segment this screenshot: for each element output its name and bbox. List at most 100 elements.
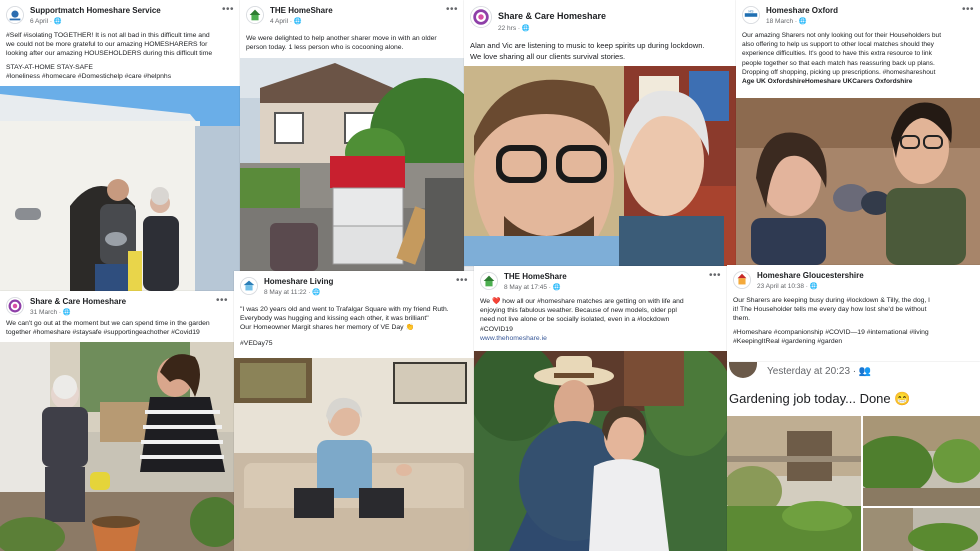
post-share-care-music: Share & Care Homeshare 22 hrs · 🌐 Alan a…	[464, 0, 736, 266]
post-the-homeshare: THE HomeShare 4 April · 🌐 ••• We were de…	[240, 0, 464, 271]
post-text: Gardening job today... Done 😁	[729, 391, 911, 406]
page-avatar[interactable]	[470, 6, 492, 28]
post-text: #Self #isolating TOGETHER! It is not all…	[6, 31, 234, 81]
post-text-line: We love sharing all our clients survival…	[470, 52, 626, 61]
page-avatar[interactable]	[246, 6, 264, 24]
post-text: We were delighted to help another sharer…	[246, 34, 458, 52]
more-options-icon[interactable]: •••	[962, 5, 974, 15]
post-text: We can't go out at the moment but we can…	[6, 319, 228, 337]
post-text-line: them.	[733, 315, 750, 323]
post-timestamp[interactable]: 22 hrs · 🌐	[498, 24, 530, 32]
page-name[interactable]: Homeshare Oxford	[766, 6, 838, 15]
post-header: HS Homeshare Oxford 18 March · 🌐 •••	[736, 0, 980, 28]
post-text-line: #COVID19	[480, 325, 513, 333]
page-avatar[interactable]	[6, 297, 24, 315]
post-text-line: looking after our amazing HOUSEHOLDERS d…	[6, 50, 213, 58]
post-text: Our Sharers are keeping busy during #loc…	[733, 296, 974, 346]
page-name[interactable]: Share & Care Homeshare	[498, 11, 606, 21]
page-name[interactable]: Homeshare Living	[264, 277, 333, 286]
post-text-line: We were delighted to help another sharer…	[246, 35, 437, 42]
page-name[interactable]: THE HomeShare	[270, 6, 333, 15]
post-photo[interactable]	[240, 58, 464, 271]
post-text-line: need not live alone or be socially isola…	[480, 316, 670, 324]
post-text-line: person today. 1 less person who is cocoo…	[246, 44, 404, 52]
post-text: Our amazing Sharers not only looking out…	[742, 31, 974, 86]
post-link[interactable]: www.thehomeshare.ie	[480, 334, 721, 343]
post-photo[interactable]	[0, 342, 234, 551]
post-timestamp[interactable]: Yesterday at 20:23 · 👥	[767, 366, 871, 377]
post-photo[interactable]	[863, 416, 980, 506]
post-text-line: "I was 20 years old and went to Trafalga…	[240, 306, 449, 313]
post-text-line: #Homeshare #companionship #COVID—19 #int…	[733, 328, 929, 336]
post-text-line: Our Homeowner Margit shares her memory o…	[240, 324, 414, 332]
post-text-line: We can't go out at the moment but we can…	[6, 320, 210, 327]
page-avatar[interactable]: HS	[742, 6, 760, 24]
post-photo[interactable]	[474, 351, 727, 551]
post-photo[interactable]	[464, 66, 736, 266]
post-text-line: #VEDay75	[240, 339, 273, 347]
post-timestamp[interactable]: 6 April · 🌐	[30, 17, 62, 25]
post-homeshare-living: Homeshare Living 8 May at 11:22 · 🌐 ••• …	[234, 271, 474, 551]
page-name[interactable]: Supportmatch Homeshare Service	[30, 6, 161, 15]
svg-text:HS: HS	[749, 9, 755, 13]
post-the-homeshare-may: THE HomeShare 8 May at 17:45 · 🌐 ••• We …	[474, 266, 727, 551]
post-text-line: people together so that each match has r…	[742, 59, 935, 67]
more-options-icon[interactable]: •••	[446, 5, 458, 15]
post-text-line: Alan and Vic are listening to music to k…	[470, 41, 705, 50]
post-header: Homeshare Living 8 May at 11:22 · 🌐 •••	[234, 271, 474, 299]
post-text: Alan and Vic are listening to music to k…	[470, 40, 730, 62]
post-text-line: Our amazing Sharers not only looking out…	[742, 32, 942, 39]
post-supportmatch: Supportmatch Homeshare Service 6 April ·…	[0, 0, 240, 291]
post-text-line: we could not be more grateful to our ama…	[6, 41, 208, 49]
post-photo[interactable]	[0, 86, 240, 291]
post-header: Share & Care Homeshare 31 March · 🌐 •••	[0, 291, 234, 319]
page-avatar[interactable]	[6, 6, 24, 24]
post-text: "I was 20 years old and went to Trafalga…	[240, 305, 468, 348]
page-name[interactable]: Share & Care Homeshare	[30, 297, 126, 306]
post-timestamp[interactable]: 8 May at 17:45 · 🌐	[504, 283, 561, 291]
author-avatar[interactable]	[729, 362, 757, 378]
more-options-icon[interactable]: •••	[709, 271, 721, 281]
post-header: Supportmatch Homeshare Service 6 April ·…	[0, 0, 240, 28]
post-timestamp[interactable]: 4 April · 🌐	[270, 17, 302, 25]
post-header: Share & Care Homeshare 22 hrs · 🌐	[464, 0, 736, 34]
more-options-icon[interactable]: •••	[216, 296, 228, 306]
post-text-line: STAY-AT-HOME STAY-SAFE	[6, 63, 93, 71]
more-options-icon[interactable]: •••	[222, 5, 234, 15]
post-timestamp[interactable]: 31 March · 🌐	[30, 308, 71, 316]
more-options-icon[interactable]: •••	[456, 276, 468, 286]
post-text-line: together #homeshare #staysafe #supportin…	[6, 329, 200, 337]
post-header: THE HomeShare 4 April · 🌐 •••	[240, 0, 464, 28]
post-timestamp[interactable]: 8 May at 11:22 · 🌐	[264, 288, 320, 296]
post-text-line: Age UK OxfordshireHomeshare UKCarers Oxf…	[742, 78, 913, 86]
post-homeshare-oxford: HS Homeshare Oxford 18 March · 🌐 ••• Our…	[736, 0, 980, 265]
post-photo[interactable]	[863, 508, 980, 551]
post-header: Homeshare Gloucestershire 23 April at 10…	[727, 265, 980, 293]
post-timestamp[interactable]: 18 March · 🌐	[766, 17, 807, 25]
post-photo[interactable]	[736, 98, 980, 265]
page-avatar[interactable]	[480, 272, 498, 290]
post-mobile-gardening: Yesterday at 20:23 · 👥 Gardening job tod…	[727, 362, 980, 551]
post-text-line: also offering to help us support to othe…	[742, 41, 934, 49]
post-homeshare-gloucestershire: Homeshare Gloucestershire 23 April at 10…	[727, 265, 980, 362]
post-text-line: Dropping off shopping, picking up prescr…	[742, 68, 936, 76]
post-text-line: it! The Householder tells me every day h…	[733, 306, 927, 314]
post-timestamp[interactable]: 23 April at 10:38 · 🌐	[757, 282, 818, 290]
post-share-care-garden: Share & Care Homeshare 31 March · 🌐 ••• …	[0, 291, 234, 551]
page-name[interactable]: Homeshare Gloucestershire	[757, 271, 864, 280]
page-avatar[interactable]	[733, 271, 751, 289]
page-avatar[interactable]	[240, 277, 258, 295]
post-text: We ❤️ how all our #homeshare matches are…	[480, 297, 721, 343]
post-text-line: experience difficulties. It's good to ha…	[742, 50, 932, 58]
post-text-line: #loneliness #homecare #Domestichelp #car…	[6, 72, 172, 80]
post-photo[interactable]	[234, 358, 474, 551]
post-text-line: #Self #isolating TOGETHER! It is not all…	[6, 32, 210, 39]
post-text-line: Our Sharers are keeping busy during #loc…	[733, 297, 930, 304]
post-text-line: We ❤️ how all our #homeshare matches are…	[480, 298, 684, 305]
post-text-line: Everybody was hugging and kissing each o…	[240, 315, 429, 323]
post-photo[interactable]	[727, 416, 861, 551]
post-header: THE HomeShare 8 May at 17:45 · 🌐 •••	[474, 266, 727, 294]
page-name[interactable]: THE HomeShare	[504, 272, 567, 281]
post-text-line: #KeepingItReal #gardening #garden	[733, 337, 843, 345]
post-text-line: enjoying this fabulous weather. Because …	[480, 307, 677, 315]
